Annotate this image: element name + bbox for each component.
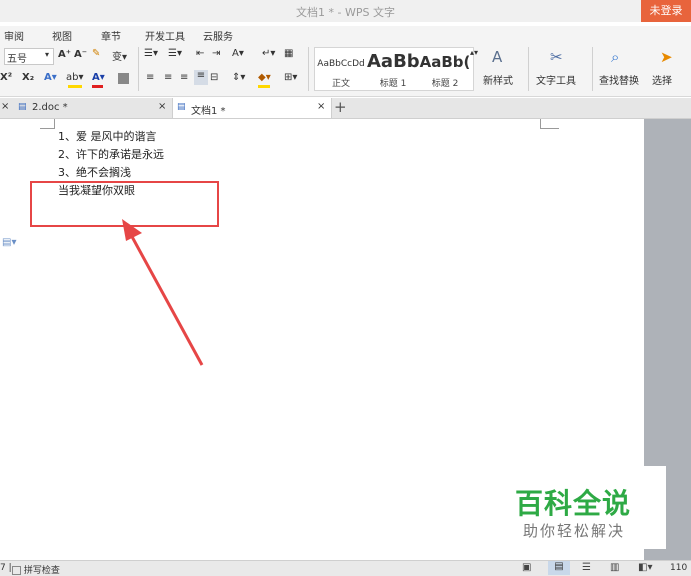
document-icon: ▤: [177, 102, 186, 112]
menu-review[interactable]: 审阅: [4, 28, 24, 43]
watermark-brand: 百科全说: [515, 487, 632, 520]
read-mode-icon[interactable]: ◧▾: [638, 562, 652, 573]
find-replace-label: 查找替换: [599, 76, 639, 87]
document-tab-bar: × ▤ 2.doc * × ▤ 文档1 * × +: [0, 98, 691, 119]
text-tools-icon: ✂: [550, 48, 563, 66]
style-heading-1-sample: AaBb: [367, 51, 419, 72]
window-title: 文档1 * - WPS 文字: [296, 6, 395, 19]
page-view-icon[interactable]: ▤: [548, 561, 570, 575]
tab-close-icon[interactable]: ×: [158, 101, 166, 112]
bullet-list-icon[interactable]: ☰▾: [144, 48, 158, 59]
tab-doc1[interactable]: ▤ 文档1 * ×: [172, 98, 332, 118]
menu-developer[interactable]: 开发工具: [145, 28, 185, 43]
new-style-icon: A: [492, 48, 503, 66]
watermark: 百科全说 助你轻松解决: [509, 466, 666, 549]
style-normal-name: 正文: [331, 79, 350, 89]
zoom-level[interactable]: 110: [670, 563, 687, 573]
doc-line[interactable]: 1、爱 是风中的谐言: [58, 128, 157, 144]
align-right-icon[interactable]: ≡: [180, 72, 188, 83]
select-label: 选择: [652, 76, 672, 87]
search-icon: ⌕: [611, 48, 620, 66]
distributed-icon[interactable]: ⊟: [210, 72, 218, 83]
superscript-icon[interactable]: X²: [0, 72, 12, 83]
clear-format-icon[interactable]: ✎: [92, 48, 100, 59]
paragraph-mark-icon[interactable]: ↵▾: [262, 48, 275, 59]
tab-2doc-label: 2.doc *: [32, 102, 68, 113]
new-style-button[interactable]: A 新样式: [482, 46, 522, 90]
tab-close-icon[interactable]: ×: [317, 101, 325, 112]
tab-2doc[interactable]: ▤ 2.doc * ×: [14, 98, 172, 118]
checkbox-icon: [12, 566, 21, 575]
menu-cloud[interactable]: 云服务: [203, 28, 233, 43]
web-view-icon[interactable]: ▥: [610, 562, 619, 573]
style-heading-2-name: 标题 2: [431, 79, 459, 89]
shading-color-bar: [258, 85, 270, 88]
new-style-label: 新样式: [483, 76, 513, 87]
fullscreen-icon[interactable]: ▣: [522, 562, 531, 573]
select-button[interactable]: ➤ 选择: [650, 46, 688, 90]
line-spacing-icon[interactable]: ⇕▾: [232, 72, 245, 83]
document-icon: ▤: [18, 102, 27, 112]
borders-icon[interactable]: ⊞▾: [284, 72, 297, 83]
font-color-bar: [92, 85, 103, 88]
table-icon[interactable]: ▦: [284, 48, 293, 59]
style-heading-1-name: 标题 1: [379, 79, 407, 89]
menu-bar: 审阅 视图 章节 开发工具 云服务: [0, 26, 691, 43]
align-left-icon[interactable]: ≡: [146, 72, 154, 83]
tab-doc1-label: 文档1 *: [191, 106, 226, 117]
style-normal[interactable]: AaBbCcDd 正文: [315, 48, 367, 90]
doc-line[interactable]: 2、许下的承诺是永远: [58, 146, 164, 162]
login-button[interactable]: 未登录: [641, 0, 691, 22]
increase-indent-icon[interactable]: ⇥: [212, 48, 220, 59]
align-center-icon[interactable]: ≡: [164, 72, 172, 83]
find-replace-button[interactable]: ⌕ 查找替换: [597, 46, 647, 90]
chevron-down-icon: ▾: [45, 50, 50, 59]
font-color-icon[interactable]: A▾: [92, 72, 105, 83]
outline-view-icon[interactable]: ☰: [582, 562, 591, 573]
status-bar: 7 | 拼写检查 ▣ ▤ ☰ ▥ ◧▾ 110: [0, 560, 691, 576]
justify-icon[interactable]: ≡: [194, 70, 208, 85]
number-list-icon[interactable]: ☰▾: [168, 48, 182, 59]
title-bar: 文档1 * - WPS 文字 未登录: [0, 0, 691, 22]
cursor-icon: ➤: [660, 48, 673, 66]
subscript-icon[interactable]: X₂: [22, 72, 34, 83]
menu-view[interactable]: 视图: [52, 28, 72, 43]
text-effect-icon[interactable]: A▾: [44, 72, 57, 83]
style-gallery: AaBbCcDd 正文 AaBb 标题 1 AaBb( 标题 2: [314, 47, 474, 91]
grow-font-icon[interactable]: A⁺: [58, 49, 71, 60]
shrink-font-icon[interactable]: A⁻: [74, 49, 87, 60]
annotation-arrow: [122, 219, 204, 366]
new-tab-icon[interactable]: +: [334, 98, 347, 116]
close-icon[interactable]: ×: [1, 101, 9, 112]
style-heading-1[interactable]: AaBb 标题 1: [367, 48, 419, 90]
page-indicator: 7 |: [0, 563, 12, 573]
style-heading-2-sample: AaBb(: [419, 53, 471, 71]
watermark-tagline: 助你轻松解决: [523, 522, 626, 540]
highlight-color-icon[interactable]: ab▾: [66, 72, 84, 83]
page-corner-mark: [40, 119, 55, 129]
highlight-color-bar: [68, 85, 82, 88]
ribbon: 五号 ▾ A⁺ A⁻ ✎ 变▾ X² X₂ A▾ ab▾ A▾ ☰▾ ☰▾ ⇤ …: [0, 42, 691, 97]
text-direction-icon[interactable]: A▾: [232, 48, 244, 59]
font-size-value: 五号: [7, 54, 27, 65]
paragraph-options-icon[interactable]: ▤▾: [2, 237, 16, 248]
text-tools-label: 文字工具: [536, 76, 576, 87]
style-heading-2[interactable]: AaBb( 标题 2: [419, 48, 471, 90]
spellcheck-toggle[interactable]: 拼写检查: [12, 563, 60, 576]
menu-chapter[interactable]: 章节: [101, 28, 121, 43]
text-tools-button[interactable]: ✂ 文字工具: [534, 46, 586, 90]
char-shading-icon[interactable]: [118, 73, 129, 84]
font-size-select[interactable]: 五号 ▾: [4, 48, 54, 65]
page-corner-mark: [540, 119, 559, 129]
gallery-scroll-icon[interactable]: ▴▾: [470, 48, 478, 57]
style-normal-sample: AaBbCcDd: [317, 59, 365, 69]
phonetic-icon[interactable]: 变▾: [112, 48, 127, 63]
doc-line[interactable]: 3、绝不会搁浅: [58, 164, 131, 180]
decrease-indent-icon[interactable]: ⇤: [196, 48, 204, 59]
shading-icon[interactable]: ◆▾: [258, 72, 271, 83]
